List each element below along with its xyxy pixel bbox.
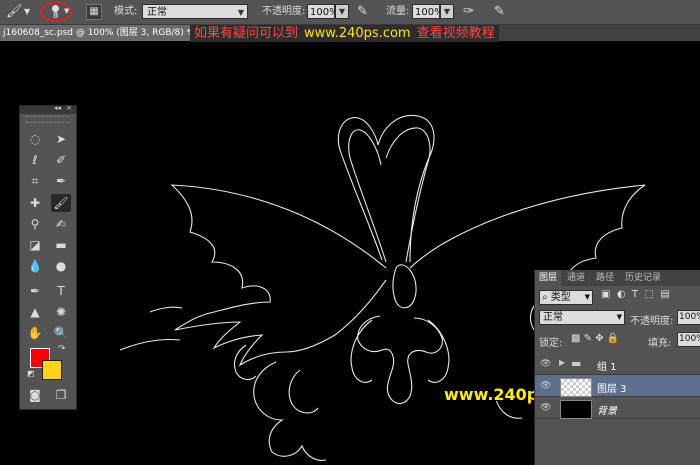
flow-dropdown-icon[interactable]: ▼ [440,4,454,19]
tab-channels[interactable]: 通道 [567,270,585,286]
lock-transparency-icon[interactable]: ▩ [571,333,580,344]
pressure-size-icon[interactable]: ✎ [494,4,505,20]
mode-label: 模式: [114,6,138,17]
type-filter-icon[interactable]: T [632,289,638,300]
layer-opacity-label: 不透明度: [630,316,674,327]
layer-filter-select[interactable]: ⌕ 类型 ▼ [539,290,593,305]
chevron-down-icon: ▼ [237,8,244,17]
type-tool-icon[interactable]: T [51,282,71,300]
document-tab[interactable]: j160608_sc.psd @ 100% (图层 3, RGB/8) * × [0,25,200,41]
pressure-opacity-icon[interactable]: ✎ [357,4,368,20]
tutorial-banner: 如果有疑问可以到 www.240ps.com 查看视频教程 [190,25,499,42]
banner-site: www.240ps.com [304,26,411,41]
collapse-icon[interactable]: ◂◂ [54,104,61,112]
panel-grip[interactable] [26,116,70,123]
chevron-down-icon: ▼ [584,293,590,301]
swap-colors-icon[interactable]: ↷ [58,344,66,354]
tab-layers[interactable]: 图层 [535,270,562,286]
layer-filter-icons: ▣ ◐ T ⬚ ▤ [601,289,670,300]
path-selection-tool-icon[interactable]: ▲ [25,303,45,321]
layer-row-group[interactable]: 👁 ▶ ▬ 组 1 [535,353,700,375]
shape-tool-icon[interactable]: ✺ [51,303,71,321]
history-brush-tool-icon[interactable]: ✍ [51,215,71,233]
brush-size-value: 8 [53,11,59,20]
layer-name: 背景 [597,406,617,417]
screen-mode-icon[interactable]: ❐ [51,386,71,404]
visibility-eye-icon[interactable]: 👁 [540,403,551,413]
tab-paths[interactable]: 路径 [596,270,614,286]
tab-history[interactable]: 历史记录 [625,270,661,286]
layer-name: 图层 3 [597,384,627,395]
default-colors-icon[interactable]: ◩ [27,369,35,378]
blend-mode-select[interactable]: 正常 ▼ [539,310,625,325]
move-tool-icon[interactable]: ➤ [51,130,71,148]
quick-mask-icon[interactable]: ◙ [25,386,45,404]
eraser-tool-icon[interactable]: ◪ [25,236,45,254]
layer-name: 组 1 [597,362,617,373]
crop-tool-icon[interactable]: ⌗ [25,172,45,190]
lock-label: 锁定: [539,338,563,349]
layer-thumbnail [560,378,592,397]
opacity-label: 不透明度: [262,6,306,17]
flow-label: 流量: [386,6,410,17]
brush-tool-icon[interactable]: 🖌 [51,194,71,212]
chevron-down-icon: ▼ [64,7,70,15]
visibility-eye-icon[interactable]: 👁 [540,359,551,369]
clone-stamp-tool-icon[interactable]: ⚲ [25,215,45,233]
layer-opacity-input[interactable]: 100% [677,310,700,325]
marquee-tool-icon[interactable]: ◌ [25,130,45,148]
quick-selection-tool-icon[interactable]: ✐ [51,151,71,169]
lock-position-icon[interactable]: ✥ [595,333,603,344]
flow-input[interactable]: 100% [412,4,444,19]
zoom-tool-icon[interactable]: 🔍 [51,324,71,342]
blur-tool-icon[interactable]: 💧 [25,257,45,275]
fill-input[interactable]: 100% [677,332,700,347]
layers-panel-tabs: 图层 通道 路径 历史记录 [535,270,700,286]
mode-select[interactable]: 正常 ▼ [142,4,248,19]
lock-all-icon[interactable]: 🔒 [607,333,619,344]
pen-tool-icon[interactable]: ✒ [25,282,45,300]
healing-brush-tool-icon[interactable]: ✚ [25,194,45,212]
airbrush-icon[interactable]: ✑ [463,4,474,20]
eyedropper-tool-icon[interactable]: ✒ [51,172,71,190]
tool-preset-dropdown-icon[interactable]: ▼ [24,4,30,20]
tools-panel-header[interactable]: ◂◂ × [20,104,76,114]
brush-tool-icon[interactable]: 🖌 [6,4,23,20]
lasso-tool-icon[interactable]: ℓ [25,151,45,169]
lock-pixels-icon[interactable]: ✎ [584,333,592,344]
expand-arrow-icon[interactable]: ▶ [559,358,565,367]
layer-row-selected[interactable]: 👁 图层 3 [535,375,700,397]
brush-preset-picker[interactable]: 8 ▼ [40,2,72,22]
layer-thumbnail [560,400,592,419]
dodge-tool-icon[interactable]: ● [51,257,71,275]
visibility-eye-icon[interactable]: 👁 [540,381,551,391]
gradient-tool-icon[interactable]: ▬ [51,236,71,254]
search-icon: ⌕ [542,292,548,303]
smart-object-filter-icon[interactable]: ▤ [660,289,669,300]
shape-filter-icon[interactable]: ⬚ [644,289,653,300]
brush-panel-toggle-icon[interactable]: ▦ [86,4,102,20]
close-icon[interactable]: × [66,104,72,112]
background-color-swatch[interactable] [42,360,62,380]
folder-icon: ▬ [571,357,582,370]
pixel-filter-icon[interactable]: ▣ [601,289,610,300]
opacity-input[interactable]: 100% [307,4,339,19]
chevron-down-icon: ▼ [616,313,622,321]
layer-row-background[interactable]: 👁 背景 [535,397,700,419]
lock-icons: ▩ ✎ ✥ 🔒 [571,333,619,344]
hand-tool-icon[interactable]: ✋ [25,324,45,342]
opacity-dropdown-icon[interactable]: ▼ [335,4,349,19]
tools-panel: ◂◂ × ◌ ➤ ℓ ✐ ⌗ ✒ ✚ 🖌 ⚲ ✍ ◪ ▬ 💧 ● ✒ T ▲ ✺… [19,104,77,410]
fill-label: 填充: [648,338,672,349]
layers-panel: 图层 通道 路径 历史记录 ⌕ 类型 ▼ ▣ ◐ T ⬚ ▤ 正常 ▼ 不透明度… [534,270,700,465]
adjustment-filter-icon[interactable]: ◐ [617,289,626,300]
options-bar: 🖌 ▼ 8 ▼ ▦ 模式: 正常 ▼ 不透明度: 100% ▼ ✎ 流量: 10… [0,0,700,25]
